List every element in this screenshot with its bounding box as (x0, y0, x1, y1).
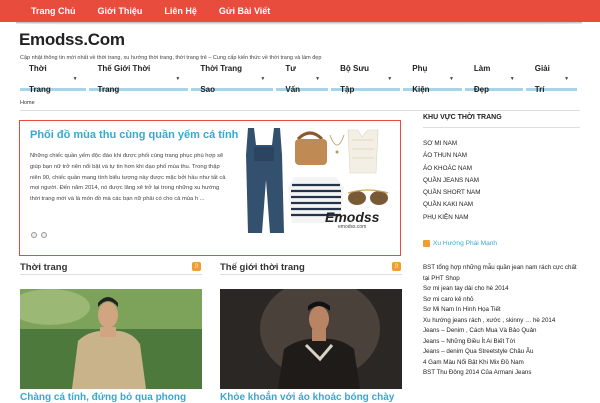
watermark-logo: Emodss (325, 209, 380, 225)
divider (423, 127, 580, 128)
caret-down-icon: ▼ (387, 75, 393, 82)
feed-link[interactable]: Sơ mi caro kẻ nhỏ (423, 295, 583, 306)
feed-link[interactable]: BST tổng hợp những mẫu quần jean nam rác… (423, 263, 583, 284)
category-link[interactable]: QUẦN KAKI NAM (423, 199, 481, 211)
nav-label: Giải Trí (534, 64, 550, 94)
category-link[interactable]: ÁO THUN NAM (423, 150, 481, 162)
feed-link[interactable]: Sơ mi jean tay dài cho hè 2014 (423, 284, 583, 295)
site-title[interactable]: Emodss.Com (19, 30, 125, 50)
top-bar-shadow (16, 22, 582, 25)
post-thumbnail[interactable] (20, 289, 202, 389)
slider-excerpt: Những chiếc quần yếm độc đáo khi được ph… (30, 153, 226, 203)
caret-down-icon: ▼ (175, 75, 181, 82)
caret-down-icon: ▼ (564, 75, 570, 82)
topnav-contact[interactable]: Liên Hệ (153, 0, 208, 22)
nav-label: Bộ Sưu Tập (340, 64, 370, 94)
slider-post-title[interactable]: Phối đồ mùa thu cùng quần yếm cá tính (30, 129, 238, 141)
caret-down-icon: ▼ (315, 75, 321, 82)
slider-prev-dot[interactable] (31, 232, 37, 238)
nav-item-lam-dep[interactable]: Làm Đẹp ▼ (464, 64, 523, 94)
nav-label: Tư Vấn (285, 64, 301, 94)
rss-icon[interactable]: )) (392, 262, 401, 271)
category-link[interactable]: SƠ MI NAM (423, 138, 481, 150)
nav-label: Thời Trang Sao (200, 64, 242, 94)
nav-item-thoi-trang-sao[interactable]: Thời Trang Sao ▼ (191, 64, 274, 94)
category-link[interactable]: QUẦN JEANS NAM (423, 175, 481, 187)
feed-link[interactable]: BST Thu Đông 2014 Của Armani Jeans (423, 368, 583, 379)
slider-controls (31, 232, 47, 238)
caret-down-icon: ▼ (72, 75, 78, 82)
nav-label: Phụ Kiện (412, 64, 430, 94)
feed-title[interactable]: Xu Hướng Phái Mạnh (433, 240, 497, 247)
feed-widget-header: Xu Hướng Phái Mạnh (423, 240, 497, 247)
nav-item-giai-tri[interactable]: Giải Trí ▼ (525, 64, 578, 94)
feed-link[interactable]: Xu hướng jeans rách , xước , skinny … hè… (423, 316, 583, 327)
feed-link[interactable]: 4 Gam Màu Nổi Bật Khi Mix Đồ Nam (423, 358, 583, 369)
post-thumbnail[interactable] (220, 289, 402, 389)
category-link[interactable]: ÁO KHOÁC NAM (423, 163, 481, 175)
category-link[interactable]: QUẦN SHORT NAM (423, 187, 481, 199)
nav-item-bo-suu-tap[interactable]: Bộ Sưu Tập ▼ (331, 64, 401, 94)
top-bar: Trang Chủ Giới Thiệu Liên Hệ Gửi Bài Viế… (0, 0, 600, 22)
caret-down-icon: ▼ (509, 75, 515, 82)
divider (20, 110, 580, 111)
feed-list: BST tổng hợp những mẫu quần jean nam rác… (423, 263, 583, 379)
topnav-submit-post[interactable]: Gửi Bài Viết (208, 0, 281, 22)
post-title[interactable]: Chàng cá tính, đứng bỏ qua phong (20, 392, 186, 403)
watermark-url: emodss.com (338, 224, 367, 230)
topnav-about[interactable]: Giới Thiệu (87, 0, 154, 22)
divider (20, 274, 202, 275)
main-nav: Thời Trang ▼ Thế Giới Thời Trang ▼ Thời Tr… (20, 64, 580, 94)
nav-label: Thời Trang (29, 64, 51, 94)
feed-link[interactable]: Jeans – denim Qua Streetstyle Châu Âu (423, 347, 583, 358)
rss-icon[interactable]: )) (192, 262, 201, 271)
category-link[interactable]: PHỤ KIỆN NAM (423, 212, 481, 224)
nav-label: Thế Giới Thời Trang (97, 64, 151, 94)
nav-item-the-gioi-thoi-trang[interactable]: Thế Giới Thời Trang ▼ (88, 64, 189, 94)
feed-link[interactable]: Jeans – Denim , Cách Mua Và Bảo Quản (423, 326, 583, 337)
section-heading-the-gioi-thoi-trang[interactable]: Thế giới thời trang (220, 262, 305, 273)
post-title[interactable]: Khỏe khoắn với áo khoác bóng chày (220, 392, 394, 403)
category-list: SƠ MI NAM ÁO THUN NAM ÁO KHOÁC NAM QUẦN … (423, 138, 481, 224)
feed-link[interactable]: Jeans – Những Điều Ít Ai Biết Tới (423, 337, 583, 348)
caret-down-icon: ▼ (260, 75, 266, 82)
nav-item-thoi-trang[interactable]: Thời Trang ▼ (20, 64, 86, 94)
nav-item-phu-kien[interactable]: Phụ Kiện ▼ (403, 64, 462, 94)
widget-title: KHU VỰC THỜI TRANG (423, 114, 502, 121)
topnav-home[interactable]: Trang Chủ (20, 0, 87, 22)
rss-icon[interactable] (423, 240, 430, 247)
slider-next-dot[interactable] (41, 232, 47, 238)
nav-item-tu-van[interactable]: Tư Vấn ▼ (276, 64, 329, 94)
feed-link[interactable]: Sơ Mi Nam In Hình Họa Tiết (423, 305, 583, 316)
featured-slider: Phối đồ mùa thu cùng quần yếm cá tính Nh… (19, 120, 401, 256)
divider (220, 274, 402, 275)
breadcrumb[interactable]: Home (20, 100, 35, 106)
nav-label: Làm Đẹp (473, 64, 491, 94)
caret-down-icon: ▼ (448, 75, 454, 82)
section-heading-thoi-trang[interactable]: Thời trang (20, 262, 67, 273)
